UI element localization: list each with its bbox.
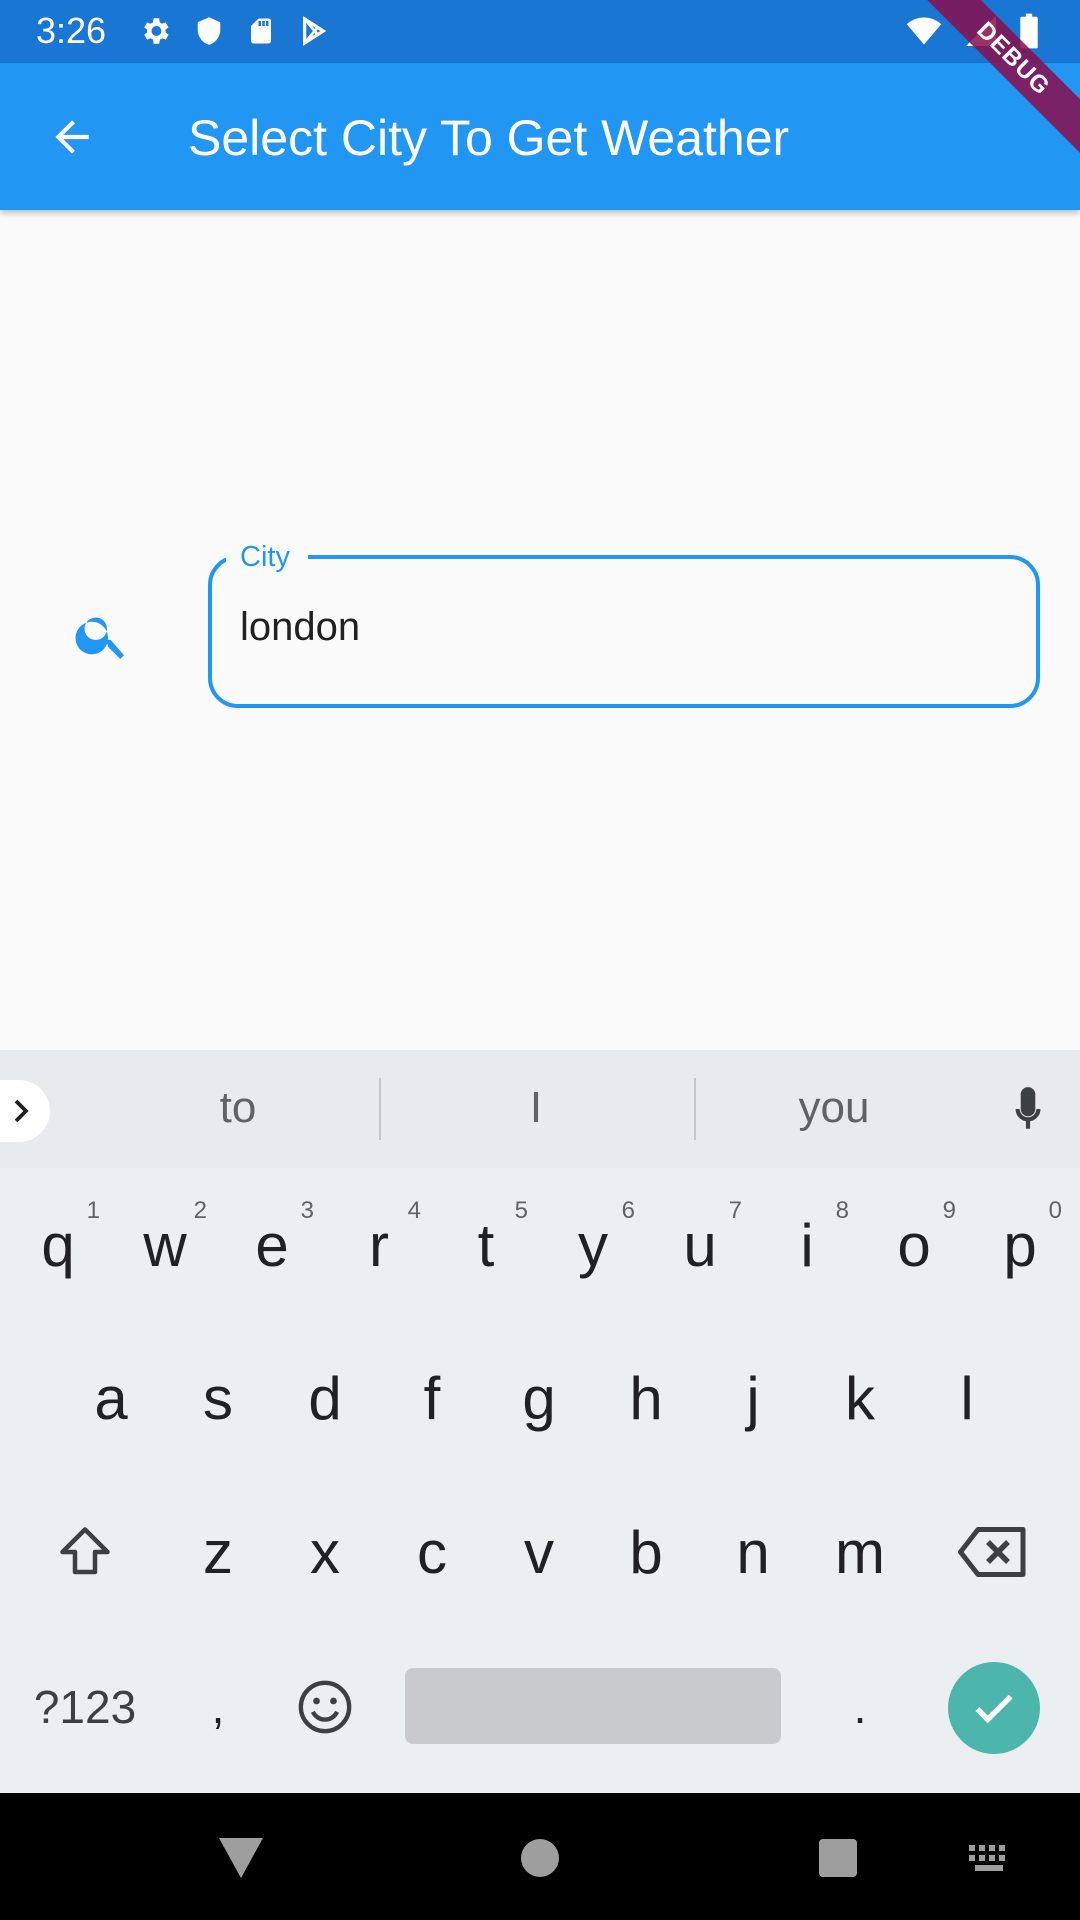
- space-key[interactable]: [405, 1668, 781, 1744]
- triangle-back-icon: [219, 1838, 263, 1878]
- key-b[interactable]: b: [596, 1482, 696, 1622]
- backspace-icon: [958, 1527, 1026, 1577]
- key-d[interactable]: d: [275, 1328, 375, 1468]
- suggestion-divider: [379, 1078, 381, 1140]
- nav-back-button[interactable]: [206, 1823, 276, 1893]
- main-content: City london: [0, 210, 1080, 1050]
- settings-icon: [144, 18, 169, 44]
- key-x[interactable]: x: [275, 1482, 375, 1622]
- navigation-bar: [0, 1793, 1080, 1920]
- soft-keyboard: to I you q1 w2 e3 r4 t5 y6 u7 i8 o9 p0 a…: [0, 1050, 1080, 1793]
- circle-home-icon: [521, 1839, 559, 1877]
- arrow-back-icon: [55, 120, 89, 154]
- search-icon: [75, 617, 124, 659]
- key-r[interactable]: r4: [329, 1175, 429, 1315]
- suggestion-3[interactable]: you: [684, 1083, 984, 1133]
- shift-icon: [60, 1527, 110, 1575]
- suggestion-1[interactable]: to: [88, 1083, 388, 1133]
- page-title: Select City To Get Weather: [188, 110, 790, 166]
- status-icons-left: [138, 14, 330, 48]
- status-bar: 3:26: [0, 0, 1080, 63]
- suggestion-2[interactable]: I: [386, 1083, 686, 1133]
- key-o[interactable]: o9: [864, 1175, 964, 1315]
- nav-recents-button[interactable]: [803, 1823, 873, 1893]
- app-bar: Select City To Get Weather: [0, 63, 1080, 210]
- period-key[interactable]: .: [810, 1637, 910, 1777]
- keyboard-switch-button[interactable]: [954, 1823, 1024, 1893]
- emoji-key[interactable]: [275, 1637, 375, 1777]
- key-m[interactable]: m: [810, 1482, 910, 1622]
- emoji-icon: [298, 1680, 352, 1734]
- key-a[interactable]: a: [61, 1328, 161, 1468]
- key-s[interactable]: s: [168, 1328, 268, 1468]
- city-field-label: City: [226, 541, 308, 574]
- key-q[interactable]: q1: [8, 1175, 108, 1315]
- suggestion-bar: to I you: [0, 1050, 1080, 1168]
- square-recents-icon: [819, 1839, 857, 1877]
- key-n[interactable]: n: [703, 1482, 803, 1622]
- city-input[interactable]: City london: [208, 541, 1040, 708]
- key-c[interactable]: c: [382, 1482, 482, 1622]
- key-k[interactable]: k: [810, 1328, 910, 1468]
- chevron-right-icon: [14, 1099, 29, 1123]
- key-p[interactable]: p0: [970, 1175, 1070, 1315]
- key-u[interactable]: u7: [650, 1175, 750, 1315]
- play-store-icon: [303, 16, 327, 46]
- key-t[interactable]: t5: [436, 1175, 536, 1315]
- shift-key[interactable]: [35, 1482, 135, 1622]
- key-i[interactable]: i8: [757, 1175, 857, 1315]
- symbols-key[interactable]: ?123: [20, 1637, 150, 1777]
- status-time: 3:26: [36, 10, 107, 51]
- key-z[interactable]: z: [168, 1482, 268, 1622]
- key-e[interactable]: e3: [222, 1175, 322, 1315]
- key-l[interactable]: l: [917, 1328, 1017, 1468]
- wifi-icon: [906, 17, 942, 45]
- key-g[interactable]: g: [489, 1328, 589, 1468]
- signal-icon: [966, 16, 996, 46]
- key-v[interactable]: v: [489, 1482, 589, 1622]
- key-h[interactable]: h: [596, 1328, 696, 1468]
- status-icons-right: [904, 12, 1040, 50]
- sd-card-icon: [251, 18, 271, 44]
- microphone-icon[interactable]: [1008, 1085, 1048, 1135]
- check-icon: [975, 1694, 1013, 1724]
- expand-toolbar-button[interactable]: [0, 1080, 50, 1142]
- shield-icon: [197, 17, 221, 45]
- comma-key[interactable]: ,: [168, 1637, 268, 1777]
- battery-icon: [1020, 13, 1038, 49]
- keyboard-icon: [969, 1845, 1005, 1871]
- back-button[interactable]: [36, 101, 108, 173]
- key-j[interactable]: j: [703, 1328, 803, 1468]
- key-f[interactable]: f: [382, 1328, 482, 1468]
- key-y[interactable]: y6: [543, 1175, 643, 1315]
- enter-key[interactable]: [948, 1662, 1040, 1754]
- city-input-value[interactable]: london: [240, 605, 360, 650]
- key-w[interactable]: w2: [115, 1175, 215, 1315]
- backspace-key[interactable]: [943, 1482, 1043, 1622]
- nav-home-button[interactable]: [505, 1823, 575, 1893]
